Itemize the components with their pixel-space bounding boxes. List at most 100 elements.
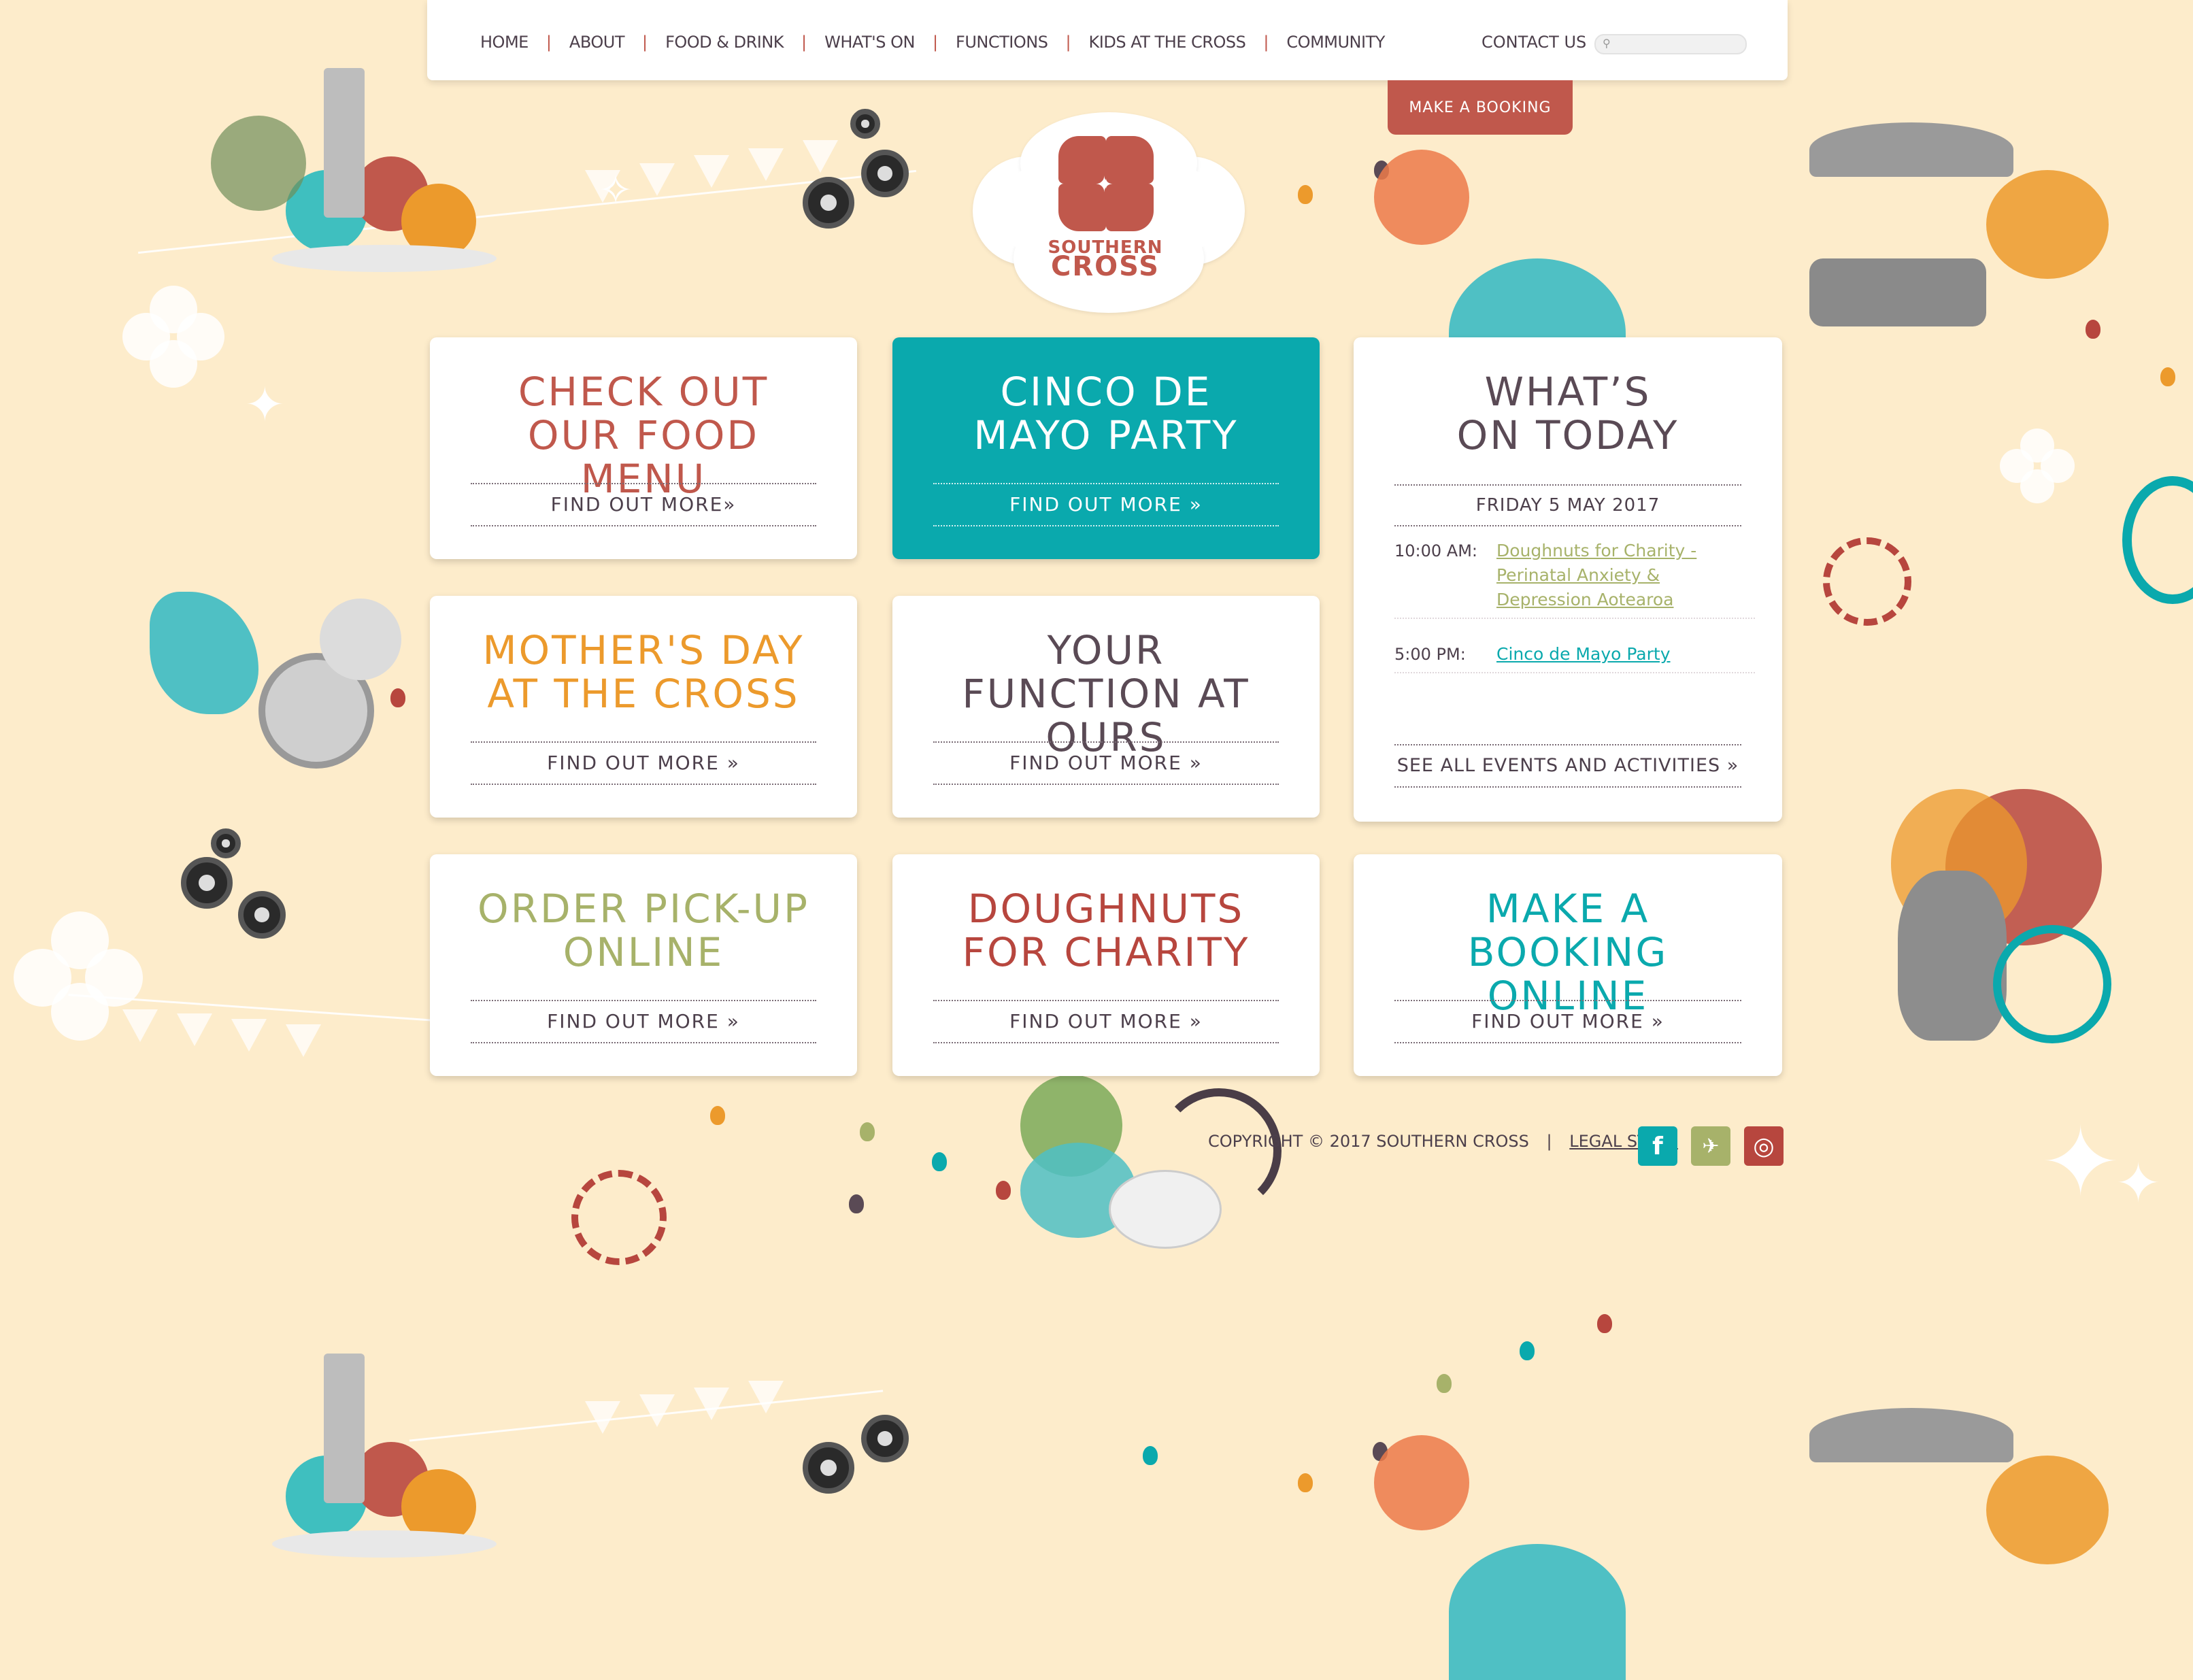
vinyl-disc: [181, 857, 233, 909]
light-bulb: [1298, 185, 1313, 204]
card-title: MOTHER'S DAY AT THE CROSS: [482, 627, 805, 717]
light-bulb: [932, 1152, 947, 1171]
light-bulb: [390, 688, 405, 707]
instagram-icon[interactable]: ◎: [1744, 1126, 1784, 1166]
nav-whats-on[interactable]: WHAT'S ON: [824, 33, 915, 52]
search-input[interactable]: ⚲: [1594, 34, 1747, 54]
collage-tower: [324, 1354, 365, 1503]
find-out-more-link[interactable]: FIND OUT MORE»: [471, 483, 816, 526]
flower-icon: [2000, 429, 2075, 503]
find-out-more-link[interactable]: FIND OUT MORE »: [933, 741, 1279, 785]
light-bulb: [1298, 1473, 1313, 1492]
cake-stand: [272, 245, 497, 272]
light-bulb: [849, 1194, 864, 1213]
nav-home[interactable]: HOME: [480, 33, 529, 52]
card-title: ORDER PICK-UP ONLINE: [478, 886, 809, 975]
collage-leaves: [211, 116, 306, 211]
bunting-flag: [694, 1388, 729, 1420]
top-nav-bar: HOME | ABOUT | FOOD & DRINK | WHAT'S ON …: [427, 0, 1788, 80]
card-your-function[interactable]: YOUR FUNCTION AT OURS FIND OUT MORE »: [892, 596, 1320, 818]
card-make-booking[interactable]: MAKE A BOOKING ONLINE FIND OUT MORE »: [1354, 854, 1782, 1076]
nav-separator: |: [546, 33, 552, 52]
bunting-flag: [286, 1024, 321, 1057]
card-cinco-de-mayo[interactable]: CINCO DE MAYO PARTY FIND OUT MORE »: [892, 337, 1320, 559]
event-time: 10:00 AM:: [1394, 541, 1478, 560]
cake-stand: [272, 1530, 497, 1558]
card-order-pickup[interactable]: ORDER PICK-UP ONLINE FIND OUT MORE »: [430, 854, 857, 1076]
pinwheel: [571, 1170, 667, 1265]
card-title: YOUR FUNCTION AT OURS: [962, 627, 1250, 760]
bunting-flag: [585, 1401, 620, 1434]
nav-separator: |: [1263, 33, 1269, 52]
make-booking-button[interactable]: MAKE A BOOKING: [1388, 80, 1573, 135]
collage-umbrella: [1809, 1408, 2013, 1462]
find-out-more-link[interactable]: FIND OUT MORE »: [471, 1000, 816, 1043]
collage-umbrella: [1809, 122, 2013, 177]
vinyl-disc: [861, 1415, 909, 1462]
bunting-flag: [694, 155, 729, 188]
find-out-more-link[interactable]: FIND OUT MORE »: [1394, 1000, 1741, 1043]
collage-blob: [1986, 170, 2109, 279]
card-title: DOUGHNUTS FOR CHARITY: [962, 886, 1250, 975]
sparkle-icon: ✧: [599, 167, 633, 214]
collage-bust: [1898, 871, 2007, 1041]
collage-yarn: [320, 599, 401, 680]
collage-flowers: [1374, 1435, 1469, 1530]
see-all-events-link[interactable]: SEE ALL EVENTS AND ACTIVITIES »: [1394, 744, 1741, 788]
bunting-flag: [231, 1019, 267, 1052]
main-nav: HOME | ABOUT | FOOD & DRINK | WHAT'S ON …: [480, 33, 1385, 52]
facebook-icon[interactable]: f: [1638, 1126, 1677, 1166]
nav-separator: |: [1065, 33, 1071, 52]
bunting-flag: [803, 140, 838, 173]
card-doughnuts-charity[interactable]: DOUGHNUTS FOR CHARITY FIND OUT MORE »: [892, 854, 1320, 1076]
collage-chair: [1809, 258, 1986, 326]
light-bulb: [996, 1181, 1011, 1200]
nav-separator: |: [801, 33, 807, 52]
nav-separator: |: [641, 33, 648, 52]
collage-tower: [324, 68, 365, 218]
find-out-more-link[interactable]: FIND OUT MORE »: [933, 483, 1279, 526]
search-icon: ⚲: [1603, 37, 1611, 50]
card-mothers-day[interactable]: MOTHER'S DAY AT THE CROSS FIND OUT MORE …: [430, 596, 857, 818]
event-row: 5:00 PM: Cinco de Mayo Party: [1394, 642, 1755, 673]
flower-icon: [14, 911, 143, 1041]
nav-food-drink[interactable]: FOOD & DRINK: [665, 33, 784, 52]
light-bulb: [1520, 1341, 1535, 1360]
bunting-flag: [639, 163, 675, 196]
collage-flowers: [1374, 150, 1469, 245]
event-link[interactable]: Doughnuts for Charity - Perinatal Anxiet…: [1496, 539, 1755, 612]
nav-community[interactable]: COMMUNITY: [1286, 33, 1385, 52]
collage-dome: [1449, 1544, 1626, 1680]
light-bulb: [860, 1122, 875, 1141]
logo-text: SOUTHERN CROSS: [1048, 238, 1163, 282]
light-bulb: [2160, 367, 2175, 386]
nav-separator: |: [932, 33, 939, 52]
bunting-flag: [748, 1381, 784, 1413]
vinyl-disc: [803, 177, 854, 229]
light-bulb: [1143, 1446, 1158, 1465]
light-bulb: [2086, 320, 2100, 339]
collage-blob: [1986, 1456, 2109, 1564]
event-link[interactable]: Cinco de Mayo Party: [1496, 642, 1755, 667]
logo-line2: CROSS: [1051, 251, 1160, 282]
bunting-flag: [748, 148, 784, 181]
twitter-icon[interactable]: ✈: [1691, 1126, 1730, 1166]
logo-star-icon: ✦: [1095, 171, 1114, 197]
bunting-flag: [639, 1394, 675, 1427]
nav-kids[interactable]: KIDS AT THE CROSS: [1089, 33, 1246, 52]
card-title: WHAT’S ON TODAY: [1456, 369, 1679, 458]
footer-separator: |: [1546, 1132, 1552, 1151]
find-out-more-link[interactable]: FIND OUT MORE »: [471, 741, 816, 785]
card-title: CHECK OUT OUR FOOD MENU: [518, 369, 769, 502]
find-out-more-link[interactable]: FIND OUT MORE »: [933, 1000, 1279, 1043]
vinyl-disc: [861, 150, 909, 197]
vinyl-disc: [850, 109, 880, 139]
nav-functions[interactable]: FUNCTIONS: [956, 33, 1048, 52]
nav-about[interactable]: ABOUT: [569, 33, 625, 52]
light-bulb: [710, 1106, 725, 1125]
nav-contact-us[interactable]: CONTACT US: [1481, 33, 1586, 52]
card-food-menu[interactable]: CHECK OUT OUR FOOD MENU FIND OUT MORE»: [430, 337, 857, 559]
card-title: CINCO DE MAYO PARTY: [973, 369, 1239, 458]
light-bulb: [1437, 1374, 1452, 1393]
copyright-text: COPYRIGHT © 2017 SOUTHERN CROSS: [1208, 1132, 1529, 1151]
